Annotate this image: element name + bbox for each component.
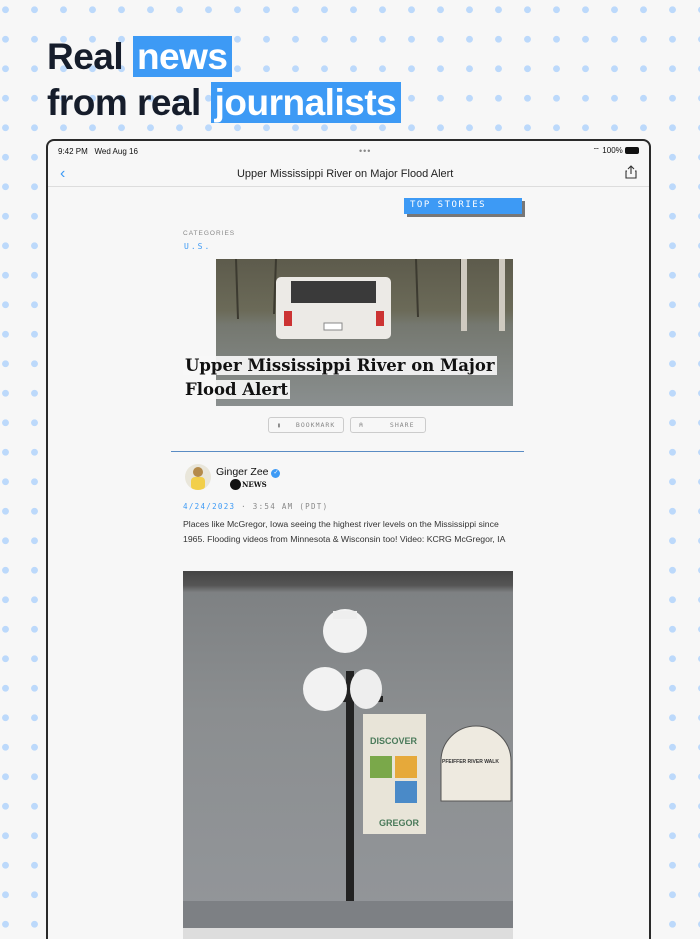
sign-gregor: GREGOR <box>379 818 420 828</box>
nav-bar: ‹ Upper Mississippi River on Major Flood… <box>48 161 649 187</box>
post-time: · 3:54 AM (PDT) <box>235 502 329 511</box>
article-title: Upper Mississippi River on Major Flood A… <box>183 356 497 399</box>
verified-icon: ✓ <box>271 469 281 478</box>
post-timestamp: 4/24/2023 · 3:54 AM (PDT) <box>183 502 328 511</box>
post-video[interactable]: DISCOVER GREGOR PFEIFFER RIVER WALK <box>183 571 513 928</box>
sign-discover: DISCOVER <box>370 736 418 746</box>
back-chevron-icon[interactable]: ‹ <box>60 165 65 183</box>
multitask-dots-icon[interactable]: ••• <box>359 146 371 156</box>
hero-highlight: news <box>132 36 233 77</box>
hero-text: Real <box>47 36 124 77</box>
bookmark-label: BOOKMARK <box>295 421 336 429</box>
bookmark-icon: ▮ <box>277 421 282 429</box>
bookmark-button[interactable]: ▮ BOOKMARK <box>268 417 344 433</box>
battery-percent: 100% <box>602 146 623 155</box>
category-link[interactable]: U.S. <box>184 242 211 251</box>
share-icon[interactable] <box>625 165 637 182</box>
author-avatar[interactable] <box>185 464 211 490</box>
share-button[interactable]: ⍝ SHARE <box>350 417 426 433</box>
nav-title: Upper Mississippi River on Major Flood A… <box>236 167 454 180</box>
sign-river-walk: PFEIFFER RIVER WALK <box>442 759 499 765</box>
divider <box>171 451 524 452</box>
outlet-logo: NEWS <box>230 479 267 490</box>
status-time: 9:42 PM <box>58 146 88 156</box>
status-date: Wed Aug 16 <box>94 146 138 156</box>
ipad-screen: 9:42 PM Wed Aug 16 ••• ⌔ 100% ‹ Upper Mi… <box>46 139 651 939</box>
hero-headline: Real news from real journalists <box>47 34 402 126</box>
share-icon: ⍝ <box>359 421 364 429</box>
categories-label: CATEGORIES <box>183 230 236 237</box>
post-date: 4/24/2023 <box>183 502 236 511</box>
top-stories-badge[interactable]: TOP STORIES <box>404 198 522 214</box>
hero-highlight: journalists <box>210 82 402 123</box>
share-label: SHARE <box>389 421 415 429</box>
author-name[interactable]: Ginger Zee ✓ <box>216 466 281 478</box>
wifi-icon: ⌔ <box>592 146 601 155</box>
battery-icon <box>625 147 639 154</box>
status-bar: 9:42 PM Wed Aug 16 ••• ⌔ 100% <box>48 141 649 161</box>
hero-text: from real <box>47 82 201 123</box>
post-text: Places like McGregor, Iowa seeing the hi… <box>183 519 506 545</box>
